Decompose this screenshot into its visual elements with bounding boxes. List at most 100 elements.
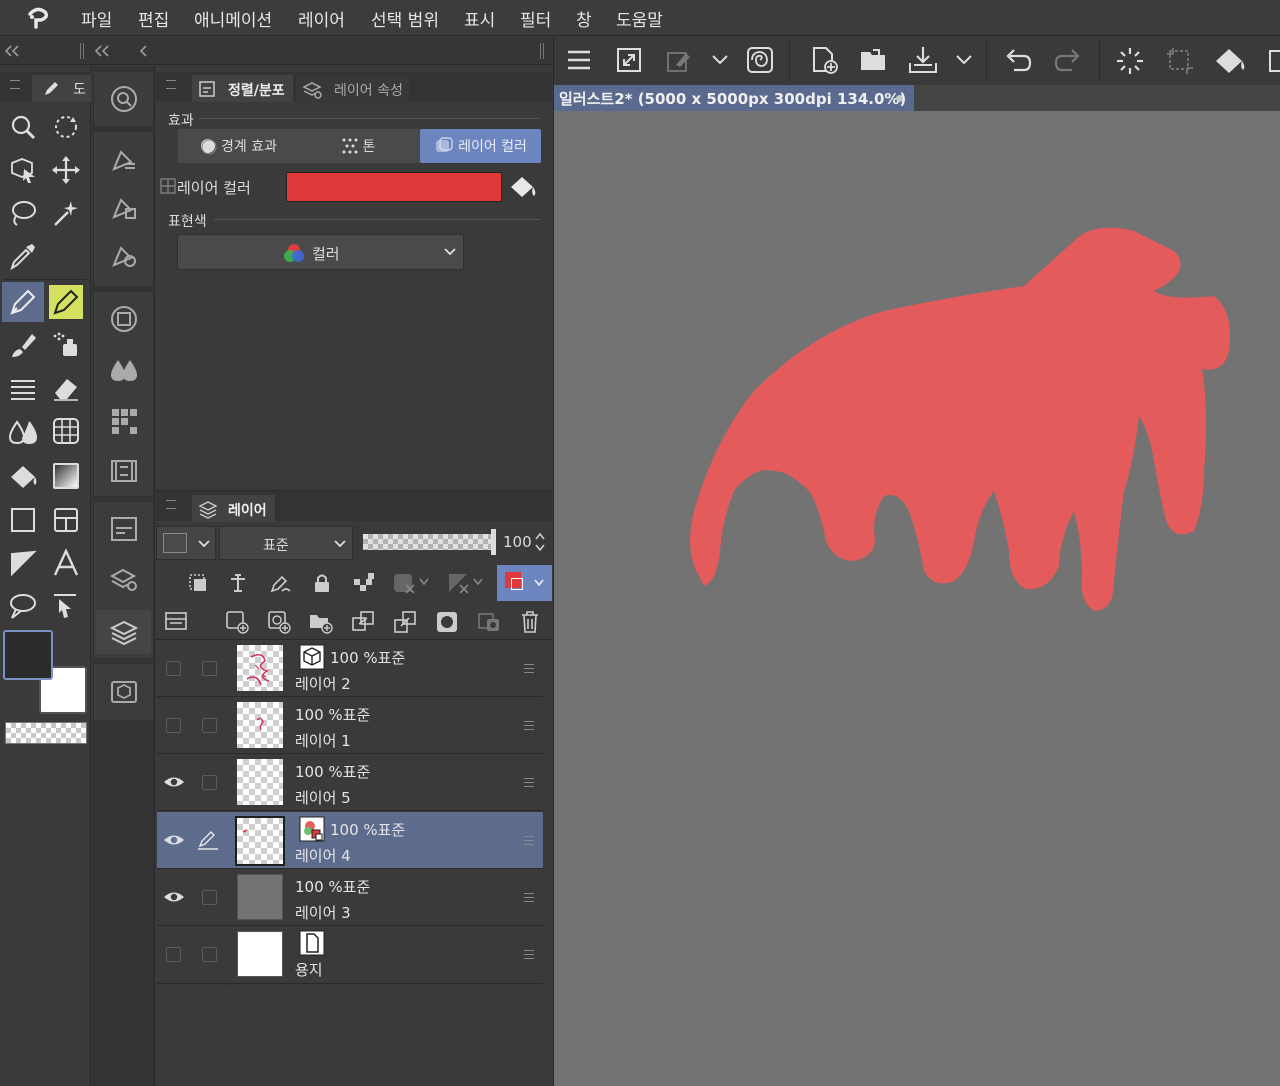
layer-drag-handle[interactable]	[524, 664, 534, 673]
layer-drag-handle[interactable]	[524, 893, 534, 902]
transparent-color-swatch[interactable]	[5, 722, 87, 744]
menu-layer[interactable]: 레이어	[298, 6, 345, 31]
eyedropper-icon[interactable]	[8, 241, 38, 271]
material-icon-3[interactable]	[109, 240, 139, 270]
opacity-stepper-icon[interactable]	[534, 531, 546, 553]
eraser-tool-icon[interactable]	[51, 373, 81, 403]
collapse-left-icon[interactable]	[4, 44, 20, 58]
layer-row-layer4[interactable]: 100 %표준 레이어 4	[157, 812, 543, 869]
canvas-tab[interactable]: 일러스트2* (5000 x 5000px 300dpi 134.0%)	[554, 85, 914, 111]
frame-border-icon[interactable]	[51, 505, 81, 535]
layer-row-layer5[interactable]: 100 %표준 레이어 5	[157, 754, 543, 811]
ruler-enable-icon[interactable]	[446, 571, 470, 595]
layer-drag-handle[interactable]	[524, 950, 534, 959]
chevron-down-icon[interactable]	[418, 577, 430, 587]
layer-color-button[interactable]: 레이어 컬러	[420, 129, 541, 163]
airbrush-tool-icon[interactable]	[51, 330, 81, 360]
clip-layer-icon[interactable]	[186, 571, 210, 595]
chevron-down-icon[interactable]	[711, 54, 729, 66]
eye-icon[interactable]	[163, 890, 185, 904]
app-logo-icon[interactable]	[22, 5, 52, 31]
tone-button[interactable]: 톤	[298, 129, 418, 163]
layer-color-mode-select[interactable]	[156, 526, 216, 560]
layer-property-slot-icon[interactable]	[109, 514, 139, 544]
tab-layer-property[interactable]: 레이어 속성	[296, 75, 409, 102]
create-mask-icon[interactable]	[434, 609, 460, 635]
visibility-toggle[interactable]	[166, 718, 181, 733]
layer-color-toggle[interactable]	[497, 565, 552, 601]
layer-drag-handle[interactable]	[524, 721, 534, 730]
gradient-tool-icon[interactable]	[53, 463, 79, 489]
eye-icon[interactable]	[163, 775, 185, 789]
canvas-area[interactable]	[553, 111, 1280, 1086]
menu-selection[interactable]: 선택 범위	[371, 6, 439, 31]
new-raster-layer-icon[interactable]	[224, 609, 250, 635]
rectangle-tool-icon[interactable]	[8, 505, 38, 535]
layer-search-slot-icon[interactable]	[109, 564, 139, 594]
opacity-slider-handle[interactable]	[491, 529, 496, 555]
layer-slot-active[interactable]	[96, 610, 151, 654]
border-effect-button[interactable]: 경계 효과	[178, 129, 298, 163]
drag-handle-right[interactable]	[540, 43, 544, 59]
pen-tool-button[interactable]	[2, 282, 44, 322]
brush-tool-icon[interactable]	[8, 330, 38, 360]
opacity-value[interactable]: 100	[503, 533, 532, 551]
3d-slot[interactable]	[94, 664, 153, 720]
object-select-icon[interactable]	[8, 155, 38, 185]
visibility-toggle[interactable]	[166, 661, 181, 676]
panel-menu-icon[interactable]	[166, 80, 176, 89]
transfer-to-lower-icon[interactable]	[350, 609, 376, 635]
layer-color-swatch[interactable]	[286, 172, 502, 202]
paint-bucket-icon[interactable]	[508, 172, 538, 202]
redo-icon[interactable]	[1054, 46, 1082, 74]
panel-menu-icon[interactable]	[10, 80, 20, 89]
chevron-down-icon[interactable]	[472, 577, 484, 587]
text-tool-icon[interactable]	[51, 548, 81, 578]
figure-tool-icon[interactable]	[51, 416, 81, 446]
new-folder-icon[interactable]	[308, 609, 334, 635]
navigator-slot[interactable]	[94, 72, 153, 126]
fill-selection-icon[interactable]	[1214, 46, 1246, 76]
mask-enable-icon[interactable]	[392, 571, 416, 595]
material-icon-2[interactable]	[109, 192, 139, 222]
layer-drag-handle[interactable]	[524, 778, 534, 787]
menu-filter[interactable]: 필터	[520, 6, 551, 31]
lock-transparency-icon[interactable]	[352, 571, 376, 595]
menu-animation[interactable]: 애니메이션	[194, 6, 272, 31]
chevron-down-icon[interactable]	[955, 54, 973, 66]
rotate-view-icon[interactable]	[51, 112, 81, 142]
lasso-select-icon[interactable]	[8, 198, 38, 228]
save-icon[interactable]	[908, 45, 940, 75]
fit-screen-icon[interactable]	[616, 47, 642, 73]
layer-row-layer3[interactable]: 100 %표준 레이어 3	[157, 869, 543, 926]
timeline-icon[interactable]	[109, 456, 139, 486]
menu-view[interactable]: 표시	[464, 6, 495, 31]
layer-row-layer2[interactable]: 100 %표준 레이어 2	[157, 640, 543, 697]
color-set-icon[interactable]	[109, 406, 139, 436]
edit-target-toggle[interactable]	[202, 775, 217, 790]
edit-target-toggle[interactable]	[202, 947, 217, 962]
pressure-pen-icon[interactable]	[666, 47, 692, 73]
magic-wand-icon[interactable]	[51, 198, 81, 228]
unsaved-dot-icon[interactable]	[896, 95, 903, 102]
new-vector-layer-icon[interactable]	[266, 609, 292, 635]
color-mixing-icon[interactable]	[109, 354, 139, 384]
hamburger-menu-icon[interactable]	[566, 48, 592, 72]
sub-view-icon[interactable]	[109, 304, 139, 334]
edit-target-toggle[interactable]	[202, 890, 217, 905]
menu-help[interactable]: 도움말	[616, 6, 663, 31]
layer-row-paper[interactable]: 용지	[157, 926, 543, 984]
draft-layer-icon[interactable]	[268, 571, 292, 595]
layer-list-toggle-icon[interactable]	[164, 609, 188, 633]
edit-target-toggle[interactable]	[202, 661, 217, 676]
edit-target-toggle[interactable]	[202, 718, 217, 733]
fill-tool-icon[interactable]	[8, 462, 38, 492]
main-color-swatch[interactable]	[3, 630, 53, 680]
blend-mode-select[interactable]: 표준	[219, 526, 353, 560]
clear-selection-icon[interactable]	[1115, 46, 1145, 76]
delete-layer-icon[interactable]	[518, 609, 542, 635]
material-icon-1[interactable]	[109, 144, 139, 174]
more-tools-icon[interactable]	[1266, 47, 1280, 75]
edit-pen-icon[interactable]	[197, 830, 219, 850]
menu-edit[interactable]: 편집	[138, 6, 169, 31]
